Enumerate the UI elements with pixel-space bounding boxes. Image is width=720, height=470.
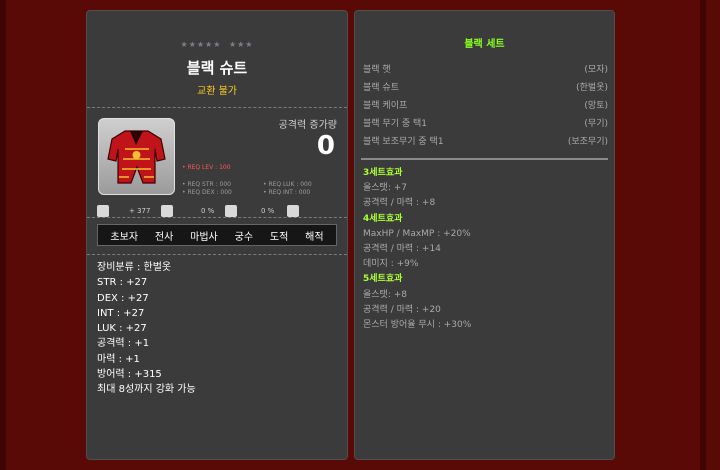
set-effect-line: 공격력 / 마력 : +20: [363, 304, 441, 315]
job-pirate: 해적: [305, 231, 324, 243]
stat-c-value: 0 %: [261, 207, 275, 215]
job-magician: 마법사: [190, 231, 218, 243]
stat-line: 공격력 : +1: [97, 338, 150, 350]
divider: [87, 107, 347, 108]
suit-icon: [107, 130, 166, 184]
attack-icon: [97, 205, 109, 217]
set-effect-line: 공격력 / 마력 : +8: [363, 198, 436, 209]
req-int: • REQ INT : 000: [263, 189, 311, 196]
stat-b-value: 0 %: [201, 207, 215, 215]
stat-line: LUK : +27: [97, 323, 147, 335]
ignore-defense-icon: [287, 205, 299, 217]
set-title: 블랙 세트: [464, 39, 505, 50]
stat-line: STR : +27: [97, 277, 148, 289]
set-tooltip: 블랙 세트 블랙 햇 (모자) 블랙 슈트 (한벌옷) 블랙 케이프 (망토) …: [354, 10, 615, 460]
set-item-name: 블랙 슈트: [363, 83, 399, 93]
set-effect-line: 올스탯: +7: [363, 183, 408, 194]
item-name: 블랙 슈트: [186, 59, 248, 77]
set-effect-line: MaxHP / MaxMP : +20%: [363, 228, 471, 239]
item-icon-frame: [98, 118, 175, 195]
attack-increase-label: 공격력 증가량: [278, 120, 337, 131]
set-item-name: 블랙 보조무기 중 택1: [363, 137, 444, 147]
set-effects: 3세트효과 올스탯: +7 공격력 / 마력 : +8 4세트효과 MaxHP …: [363, 166, 471, 333]
trade-status: 교환 불가: [197, 86, 237, 97]
background-stripe: [0, 0, 6, 470]
attack-up-icon: [161, 205, 173, 217]
req-luk: • REQ LUK : 000: [263, 181, 312, 188]
stat-line: 장비분류 : 한벌옷: [97, 262, 172, 273]
divider: [361, 158, 608, 160]
set-item-slot: (한벌옷): [576, 83, 608, 93]
stat-icons-row: + 377 0 % 0 %: [97, 203, 341, 221]
job-bar: 초보자 전사 마법사 궁수 도적 해적: [97, 224, 337, 246]
set-effect-line: 데미지 : +9%: [363, 259, 419, 270]
req-level: • REQ LEV : 100: [182, 164, 231, 171]
job-warrior: 전사: [154, 231, 174, 243]
stat-line: 방어력 : +315: [97, 369, 162, 381]
set-item-slot: (무기): [584, 119, 608, 129]
set-item-name: 블랙 햇: [363, 65, 391, 75]
star-force-stars: ★★★★★ ★★★: [87, 40, 347, 49]
set-item-slot: (모자): [584, 65, 608, 75]
stat-line: DEX : +27: [97, 292, 149, 304]
set-item-list: 블랙 햇 (모자) 블랙 슈트 (한벌옷) 블랙 케이프 (망토) 블랙 무기 …: [363, 61, 608, 151]
stat-line: 최대 8성까지 강화 가능: [97, 384, 196, 396]
stat-line: 마력 : +1: [97, 353, 140, 365]
stat-a-value: + 377: [129, 207, 151, 215]
set-item-slot: (망토): [584, 101, 608, 111]
stat-line: INT : +27: [97, 307, 145, 319]
set-item-row: 블랙 햇 (모자): [363, 61, 608, 79]
set-item-row: 블랙 보조무기 중 택1 (보조무기): [363, 133, 608, 151]
set-item-slot: (보조무기): [567, 137, 608, 147]
set-item-row: 블랙 케이프 (망토): [363, 97, 608, 115]
set-effect-line: 올스탯: +8: [363, 289, 408, 300]
divider: [87, 254, 347, 255]
job-beginner: 초보자: [110, 231, 139, 243]
set-item-row: 블랙 슈트 (한벌옷): [363, 79, 608, 97]
star-row-1: ★★★★★: [180, 40, 222, 49]
set-item-name: 블랙 케이프: [363, 101, 408, 111]
set-item-row: 블랙 무기 중 택1 (무기): [363, 115, 608, 133]
item-tooltip: ★★★★★ ★★★ 블랙 슈트 교환 불가 공격력 증가량 0 • REQ LE…: [86, 10, 348, 460]
background-stripe: [700, 0, 706, 470]
set-effect-heading: 5세트효과: [363, 274, 403, 285]
set-item-name: 블랙 무기 중 택1: [363, 119, 427, 129]
req-str: • REQ STR : 000: [182, 181, 231, 188]
req-dex: • REQ DEX : 000: [182, 189, 232, 196]
divider: [87, 217, 347, 218]
set-effect-heading: 3세트효과: [363, 168, 403, 178]
attack-increase-value: 0: [316, 131, 335, 161]
set-effect-line: 공격력 / 마력 : +14: [363, 244, 441, 255]
set-effect-heading: 4세트효과: [363, 213, 403, 224]
set-effect-line: 몬스터 방어율 무시 : +30%: [363, 320, 472, 331]
job-bowman: 궁수: [234, 231, 254, 243]
star-row-2: ★★★: [228, 40, 254, 49]
job-thief: 도적: [269, 231, 289, 243]
item-stats: 장비분류 : 한벌옷 STR : +27 DEX : +27 INT : +27…: [97, 260, 196, 398]
boss-icon: [225, 205, 237, 217]
